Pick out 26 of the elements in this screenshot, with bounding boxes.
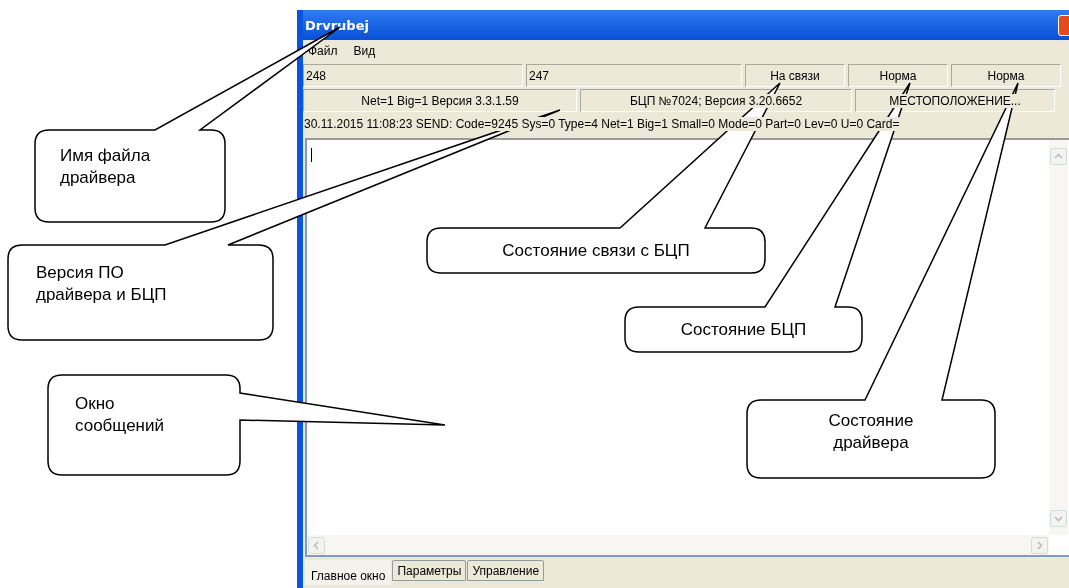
callout-text: Версия ПО драйвера и БЦП	[36, 262, 168, 306]
vertical-scrollbar[interactable]	[1049, 140, 1068, 535]
scroll-left-icon[interactable]	[308, 536, 325, 554]
tab[interactable]: Управление	[467, 560, 545, 581]
status-panel: Норма	[951, 64, 1061, 87]
scroll-down-icon[interactable]	[1050, 510, 1067, 527]
menu-item[interactable]: Вид	[351, 44, 378, 58]
callout-text: Состояние БЦП	[679, 319, 808, 341]
window-title: Drvrubej	[305, 17, 369, 33]
callout-text: Состояние связи с БЦП	[501, 240, 691, 262]
status-panel: МЕСТОПОЛОЖЕНИЕ...	[855, 89, 1055, 112]
tab[interactable]: Параметры	[392, 560, 467, 581]
scroll-right-icon[interactable]	[1031, 536, 1048, 554]
status-panel: Net=1 Big=1 Версия 3.3.1.59	[303, 89, 577, 112]
status-panel: БЦП №7024; Версия 3.20.6652	[580, 89, 852, 112]
status-panel: Норма	[848, 64, 948, 87]
callout-text: Состояние драйвера	[827, 410, 915, 454]
scroll-up-icon[interactable]	[1050, 148, 1067, 165]
tab[interactable]: Главное окно	[305, 560, 392, 585]
status-panel: 248	[303, 64, 523, 87]
status-panel: На связи	[745, 64, 845, 87]
callout-text: Имя файла драйвера	[60, 145, 152, 189]
text-cursor	[311, 148, 312, 162]
callout-text: Окно сообщений	[75, 393, 165, 437]
status-panel: 247	[526, 64, 742, 87]
horizontal-scrollbar[interactable]	[307, 535, 1049, 555]
